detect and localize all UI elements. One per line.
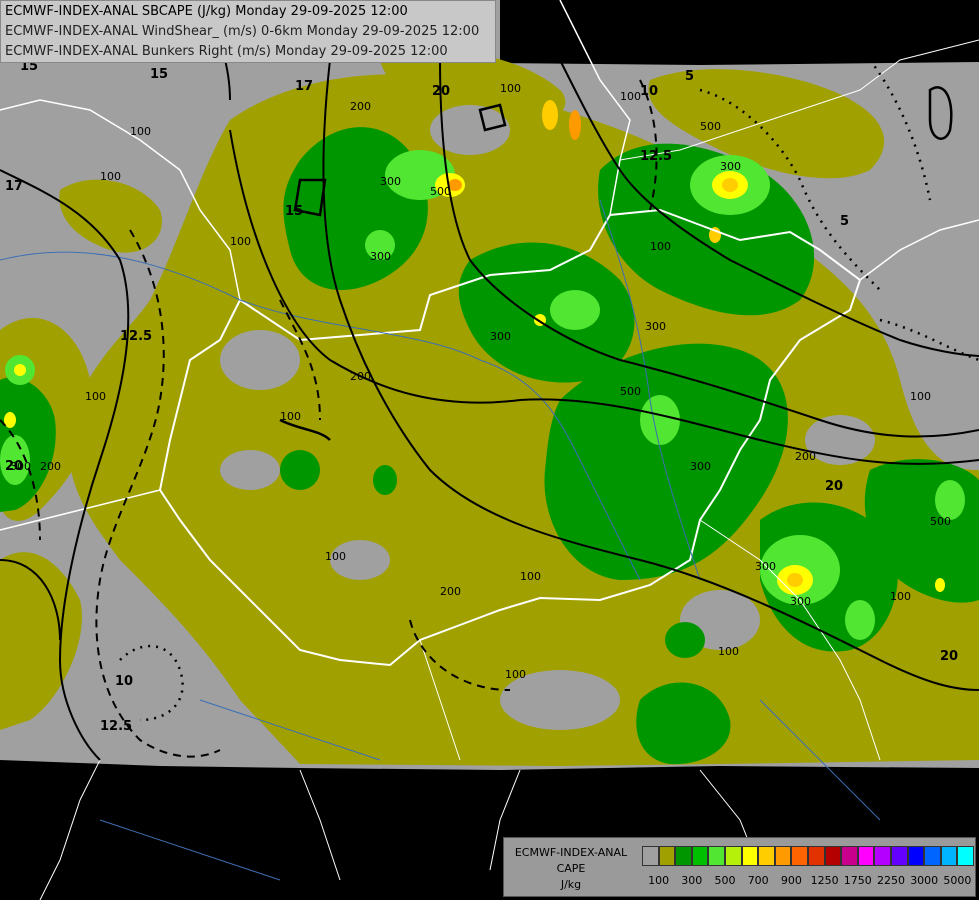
svg-text:100: 100	[890, 590, 911, 603]
svg-text:500: 500	[930, 515, 951, 528]
legend-swatch	[907, 846, 925, 866]
legend-unit: J/kg	[560, 878, 582, 891]
legend-swatch	[874, 846, 891, 866]
svg-text:300: 300	[645, 320, 666, 333]
svg-text:15: 15	[285, 204, 303, 219]
svg-text:300: 300	[370, 250, 391, 263]
svg-text:100: 100	[100, 170, 121, 183]
svg-text:300: 300	[690, 460, 711, 473]
legend-swatch	[675, 846, 692, 866]
legend-tick-label: 900	[780, 874, 802, 887]
svg-text:12.5: 12.5	[120, 329, 152, 344]
legend-tick-label: 1750	[843, 874, 872, 887]
color-legend: ECMWF-INDEX-ANAL CAPE J/kg 100 300 500 700 9…	[503, 837, 976, 897]
legend-swatch	[708, 846, 725, 866]
svg-text:200: 200	[795, 450, 816, 463]
legend-swatch	[658, 846, 676, 866]
legend-swatch	[841, 846, 858, 866]
svg-text:100: 100	[910, 390, 931, 403]
svg-text:100: 100	[325, 550, 346, 563]
legend-swatch	[642, 846, 659, 866]
top-corner-outside	[500, 0, 979, 65]
legend-tick-label: 100	[648, 874, 670, 887]
legend-swatch	[857, 846, 875, 866]
svg-text:20: 20	[5, 459, 23, 474]
svg-text:100: 100	[650, 240, 671, 253]
legend-swatch	[791, 846, 808, 866]
svg-text:5: 5	[685, 69, 694, 84]
title-sbcape: ECMWF-INDEX-ANAL SBCAPE (J/kg) Monday 29…	[5, 4, 408, 19]
svg-text:500: 500	[430, 185, 451, 198]
legend-swatch	[774, 846, 792, 866]
svg-text:100: 100	[85, 390, 106, 403]
svg-text:17: 17	[5, 179, 23, 194]
svg-text:15: 15	[150, 67, 168, 82]
svg-text:500: 500	[620, 385, 641, 398]
legend-swatch	[924, 846, 941, 866]
svg-text:10: 10	[115, 674, 133, 689]
legend-swatch	[957, 846, 974, 866]
svg-text:5: 5	[840, 214, 849, 229]
svg-text:10: 10	[640, 84, 658, 99]
title-box: ECMWF-INDEX-ANAL SBCAPE (J/kg) Monday 29…	[0, 0, 496, 63]
legend-swatch	[758, 846, 775, 866]
legend-tick-label: 700	[747, 874, 769, 887]
legend-swatch	[691, 846, 709, 866]
legend-ticks: 100 300 500 700 900 1250 1750 2250 3000 5000	[642, 874, 972, 888]
svg-text:20: 20	[940, 649, 958, 664]
svg-text:500: 500	[700, 120, 721, 133]
svg-text:300: 300	[755, 560, 776, 573]
svg-text:300: 300	[720, 160, 741, 173]
title-bunkers: ECMWF-INDEX-ANAL Bunkers Right (m/s) Mon…	[5, 44, 448, 59]
svg-text:100: 100	[718, 645, 739, 658]
svg-text:300: 300	[790, 595, 811, 608]
svg-text:20: 20	[825, 479, 843, 494]
legend-source: ECMWF-INDEX-ANAL	[514, 846, 628, 859]
legend-swatch	[890, 846, 908, 866]
svg-text:200: 200	[350, 100, 371, 113]
legend-swatch	[807, 846, 825, 866]
title-windshear: ECMWF-INDEX-ANAL WindShear_ (m/s) 0-6km …	[5, 24, 480, 39]
legend-variable: CAPE	[556, 862, 586, 875]
svg-text:300: 300	[490, 330, 511, 343]
svg-text:12.5: 12.5	[100, 719, 132, 734]
svg-text:100: 100	[230, 235, 251, 248]
legend-tick-label: 1250	[810, 874, 839, 887]
svg-text:100: 100	[520, 570, 541, 583]
legend-swatches	[642, 846, 974, 866]
legend-swatch	[724, 846, 742, 866]
legend-tick-label: 300	[681, 874, 703, 887]
svg-text:17: 17	[295, 79, 313, 94]
legend-swatch	[940, 846, 958, 866]
weather-map: 100 100 100 100 100 100 100 100 100 100 …	[0, 0, 979, 900]
svg-text:20: 20	[432, 84, 450, 99]
legend-tick-label: 2250	[877, 874, 905, 887]
svg-text:100: 100	[505, 668, 526, 681]
svg-text:100: 100	[130, 125, 151, 138]
legend-tick-label: 3000	[910, 874, 939, 887]
legend-swatch	[741, 846, 759, 866]
legend-tick-label: 5000	[943, 874, 972, 887]
legend-swatch	[824, 846, 842, 866]
svg-text:300: 300	[380, 175, 401, 188]
svg-text:200: 200	[40, 460, 61, 473]
svg-text:100: 100	[500, 82, 521, 95]
legend-tick-label: 500	[714, 874, 736, 887]
svg-text:200: 200	[350, 370, 371, 383]
svg-text:100: 100	[280, 410, 301, 423]
svg-text:12.5: 12.5	[640, 149, 672, 164]
svg-text:200: 200	[440, 585, 461, 598]
svg-text:100: 100	[620, 90, 641, 103]
